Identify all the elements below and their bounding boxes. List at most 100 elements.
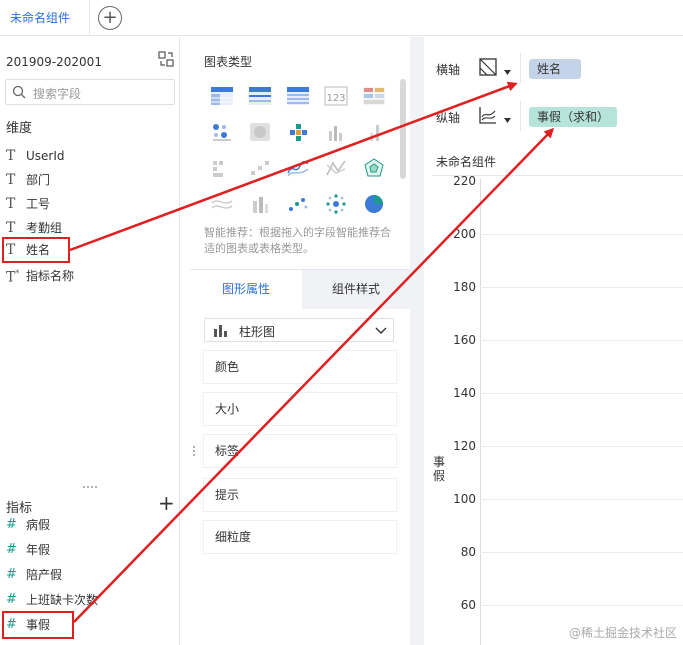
waterfall-chart-icon[interactable] <box>210 157 234 179</box>
search-icon <box>12 85 26 99</box>
step-chart-icon[interactable] <box>248 157 272 179</box>
svg-text:123: 123 <box>326 93 345 104</box>
y-axis-label: 纵轴 <box>436 111 461 125</box>
y-gridline <box>480 340 683 341</box>
number-type-icon: # <box>6 542 17 557</box>
tab-component-style[interactable]: 组件样式 <box>302 270 410 309</box>
detail-table-icon[interactable] <box>286 85 310 107</box>
property-color[interactable]: 颜色 <box>204 351 396 383</box>
y-axis-line <box>480 179 481 645</box>
range-bar-icon[interactable] <box>248 193 272 215</box>
y-axis-drop-zone[interactable]: 事假（求和） <box>520 101 683 131</box>
data-panel: 201909-202001 搜索字段 维度 T UserId T 部门 T 工号 T考… <box>0 37 180 645</box>
plus-icon: + <box>102 7 118 28</box>
chart-type-title: 图表类型 <box>204 55 253 69</box>
panel-gutter <box>410 37 424 645</box>
text-type-icon: T <box>6 242 16 258</box>
x-axis-drop-zone[interactable]: 姓名 <box>520 53 683 83</box>
group-table-icon[interactable] <box>248 85 272 107</box>
table-chart-icon[interactable] <box>210 85 234 107</box>
line-chart-icon[interactable] <box>286 157 310 179</box>
scatter-chart-icon[interactable] <box>286 193 310 215</box>
caret-down-icon[interactable] <box>504 118 511 123</box>
chevron-down-icon <box>375 327 387 334</box>
text-type-icon: T <box>6 172 16 188</box>
area-chart-icon[interactable] <box>210 193 234 215</box>
dimension-field-userid[interactable]: T UserId <box>6 145 65 167</box>
measure-field-missing-punch[interactable]: # 上班缺卡次数 <box>6 589 98 611</box>
tab-unnamed-component[interactable]: 未命名组件 <box>0 0 90 36</box>
chart-panel: 横轴 姓名 纵轴 事假（求和） 未命名组件 220 200 180 160 140 120… <box>424 37 683 645</box>
y-gridline <box>480 393 683 394</box>
dimension-field-metric-name[interactable]: T* 指标名称 <box>6 265 74 287</box>
y-axis-title: 事假 <box>433 455 446 483</box>
y-gridline <box>480 499 683 500</box>
y-tick-label: 80 <box>460 545 476 559</box>
text-list-type-icon: T* <box>6 269 20 286</box>
bubble-chart-icon[interactable] <box>324 193 348 215</box>
chart-type-panel: 图表类型 123 智能推荐：根据拖入的字段智能推荐合适的图表或表格类型。 图形属… <box>190 37 410 645</box>
cross-table-icon[interactable] <box>362 85 386 107</box>
y-tick-label: 100 <box>453 492 476 506</box>
chart-type-scrollbar[interactable] <box>400 79 406 179</box>
y-gridline <box>480 234 683 235</box>
property-label[interactable]: 标签 <box>204 435 396 467</box>
y-axis-field-pill[interactable]: 事假（求和） <box>529 107 617 127</box>
stacked-bar-icon[interactable] <box>362 121 386 143</box>
cluster-chart-icon[interactable] <box>286 121 310 143</box>
chart-type-select-value: 柱形图 <box>239 325 276 339</box>
drag-handle-icon[interactable] <box>192 445 196 457</box>
x-axis-field-pill[interactable]: 姓名 <box>529 59 581 79</box>
dimension-field-employee-id[interactable]: T 工号 <box>6 193 50 215</box>
number-type-icon: # <box>6 592 17 607</box>
search-field-input[interactable]: 搜索字段 <box>5 79 175 105</box>
bar-chart-icon <box>214 325 227 337</box>
dimension-section-title: 维度 <box>6 121 33 136</box>
y-axis-row: 纵轴 事假（求和） <box>424 97 683 135</box>
number-kpi-icon[interactable]: 123 <box>324 85 348 107</box>
measure-field-sick-leave[interactable]: # 病假 <box>6 517 50 533</box>
plus-icon: + <box>158 491 175 515</box>
x-axis-type-icon[interactable] <box>478 57 498 77</box>
property-tabs: 图形属性 组件样式 <box>190 269 410 309</box>
tab-bar: 未命名组件 + <box>0 0 683 36</box>
tab-graph-properties[interactable]: 图形属性 <box>190 270 302 309</box>
property-size[interactable]: 大小 <box>204 393 396 425</box>
caret-down-icon[interactable] <box>504 70 511 75</box>
radar-chart-icon[interactable] <box>362 157 386 179</box>
radar-line-icon[interactable] <box>324 157 348 179</box>
y-gridline <box>480 287 683 288</box>
x-axis-label: 横轴 <box>436 63 461 77</box>
dot-matrix-chart-icon[interactable] <box>210 121 234 143</box>
search-placeholder: 搜索字段 <box>33 87 82 101</box>
y-gridline <box>480 605 683 606</box>
y-axis-type-icon[interactable] <box>478 105 498 125</box>
y-tick-label: 160 <box>453 333 476 347</box>
measure-field-paternity-leave[interactable]: # 陪产假 <box>6 564 62 586</box>
switch-dataset-icon[interactable] <box>158 51 174 67</box>
measure-field-personal-leave[interactable]: # 事假 <box>2 611 74 639</box>
dimension-field-department[interactable]: T 部门 <box>6 169 50 191</box>
pie-chart-icon[interactable] <box>362 193 386 215</box>
component-title: 未命名组件 <box>436 155 497 169</box>
panel-resize-handle[interactable] <box>82 485 98 489</box>
heatmap-chart-icon[interactable] <box>248 121 272 143</box>
number-type-icon: # <box>6 617 17 632</box>
y-tick-label: 200 <box>453 227 476 241</box>
property-tooltip[interactable]: 提示 <box>204 479 396 511</box>
add-measure-button[interactable]: + <box>158 493 175 513</box>
property-granularity[interactable]: 细粒度 <box>204 521 396 553</box>
watermark-text: @稀土掘金技术社区 <box>568 626 677 640</box>
grouped-bar-icon[interactable] <box>324 121 348 143</box>
y-tick-label: 120 <box>453 439 476 453</box>
text-type-icon: T <box>6 196 16 212</box>
chart-type-select[interactable]: 柱形图 <box>204 318 394 342</box>
dimension-field-attendance-group[interactable]: T 考勤组 <box>6 217 62 239</box>
y-gridline <box>480 552 683 553</box>
period-label: 201909-202001 <box>6 55 102 69</box>
add-tab-button[interactable]: + <box>98 6 122 30</box>
measure-section-title: 指标 <box>6 501 33 516</box>
dimension-field-name[interactable]: T 姓名 <box>2 237 70 263</box>
measure-field-annual-leave[interactable]: # 年假 <box>6 539 50 561</box>
y-tick-label: 140 <box>453 386 476 400</box>
